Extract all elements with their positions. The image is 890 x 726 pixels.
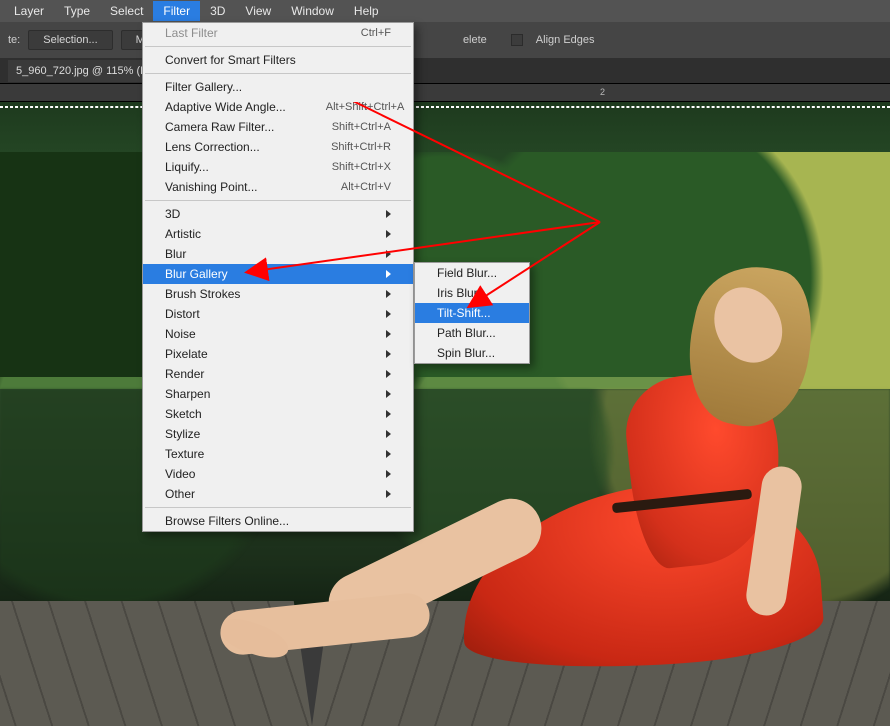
filter-texture[interactable]: Texture: [143, 444, 413, 464]
menu-3d[interactable]: 3D: [200, 1, 235, 21]
submenu-arrow-icon: [386, 290, 391, 298]
filter-sharpen[interactable]: Sharpen: [143, 384, 413, 404]
menu-select[interactable]: Select: [100, 1, 153, 21]
blur-gallery-tilt-shift[interactable]: Tilt-Shift...: [415, 303, 529, 323]
options-delete-text: elete: [463, 34, 487, 46]
selection-button[interactable]: Selection...: [28, 30, 112, 50]
filter-filter-gallery[interactable]: Filter Gallery...: [143, 77, 413, 97]
filter-video[interactable]: Video: [143, 464, 413, 484]
document-tab[interactable]: 5_960_720.jpg @ 115% (La: [8, 60, 161, 82]
filter-dropdown: Last FilterCtrl+F Convert for Smart Filt…: [142, 22, 414, 532]
filter-artistic[interactable]: Artistic: [143, 224, 413, 244]
filter-distort[interactable]: Distort: [143, 304, 413, 324]
blur-gallery-field-blur[interactable]: Field Blur...: [415, 263, 529, 283]
filter-camera-raw[interactable]: Camera Raw Filter...Shift+Ctrl+A: [143, 117, 413, 137]
blur-gallery-path-blur[interactable]: Path Blur...: [415, 323, 529, 343]
blur-gallery-submenu: Field Blur... Iris Blur... Tilt-Shift...…: [414, 262, 530, 364]
document-tab-bar: 5_960_720.jpg @ 115% (La: [0, 58, 890, 84]
submenu-arrow-icon: [386, 230, 391, 238]
blur-gallery-iris-blur[interactable]: Iris Blur...: [415, 283, 529, 303]
submenu-arrow-icon: [386, 250, 391, 258]
filter-pixelate[interactable]: Pixelate: [143, 344, 413, 364]
horizontal-ruler: 2: [0, 84, 890, 102]
filter-browse-online[interactable]: Browse Filters Online...: [143, 511, 413, 531]
filter-adaptive-wide-angle[interactable]: Adaptive Wide Angle...Alt+Shift+Ctrl+A: [143, 97, 413, 117]
filter-blur[interactable]: Blur: [143, 244, 413, 264]
blur-gallery-spin-blur[interactable]: Spin Blur...: [415, 343, 529, 363]
filter-liquify[interactable]: Liquify...Shift+Ctrl+X: [143, 157, 413, 177]
submenu-arrow-icon: [386, 390, 391, 398]
submenu-arrow-icon: [386, 210, 391, 218]
filter-render[interactable]: Render: [143, 364, 413, 384]
filter-vanishing-point[interactable]: Vanishing Point...Alt+Ctrl+V: [143, 177, 413, 197]
filter-lens-correction[interactable]: Lens Correction...Shift+Ctrl+R: [143, 137, 413, 157]
filter-brush-strokes[interactable]: Brush Strokes: [143, 284, 413, 304]
canvas-image: [0, 102, 890, 726]
submenu-arrow-icon: [386, 490, 391, 498]
filter-blur-gallery[interactable]: Blur Gallery: [143, 264, 413, 284]
menu-filter[interactable]: Filter: [153, 1, 200, 21]
main-menubar: Layer Type Select Filter 3D View Window …: [0, 0, 890, 22]
options-mode-label: te:: [8, 34, 20, 46]
submenu-arrow-icon: [386, 350, 391, 358]
menu-help[interactable]: Help: [344, 1, 389, 21]
submenu-arrow-icon: [386, 430, 391, 438]
filter-3d[interactable]: 3D: [143, 204, 413, 224]
filter-noise[interactable]: Noise: [143, 324, 413, 344]
filter-convert-smart[interactable]: Convert for Smart Filters: [143, 50, 413, 70]
ruler-tick-2: 2: [600, 87, 605, 97]
menu-layer[interactable]: Layer: [4, 1, 54, 21]
submenu-arrow-icon: [386, 450, 391, 458]
submenu-arrow-icon: [386, 330, 391, 338]
canvas-area[interactable]: Last FilterCtrl+F Convert for Smart Filt…: [0, 102, 890, 726]
filter-stylize[interactable]: Stylize: [143, 424, 413, 444]
align-edges-checkbox[interactable]: [511, 34, 523, 46]
submenu-arrow-icon: [386, 370, 391, 378]
filter-last-filter[interactable]: Last FilterCtrl+F: [143, 23, 413, 43]
menu-type[interactable]: Type: [54, 1, 100, 21]
submenu-arrow-icon: [386, 410, 391, 418]
options-bar: te: Selection... Mask elete Align Edges: [0, 22, 890, 58]
submenu-arrow-icon: [386, 270, 391, 278]
submenu-arrow-icon: [386, 470, 391, 478]
menu-window[interactable]: Window: [281, 1, 344, 21]
filter-other[interactable]: Other: [143, 484, 413, 504]
selection-marquee: [0, 106, 890, 108]
menu-view[interactable]: View: [235, 1, 281, 21]
align-edges-label: Align Edges: [536, 34, 595, 46]
filter-sketch[interactable]: Sketch: [143, 404, 413, 424]
submenu-arrow-icon: [386, 310, 391, 318]
